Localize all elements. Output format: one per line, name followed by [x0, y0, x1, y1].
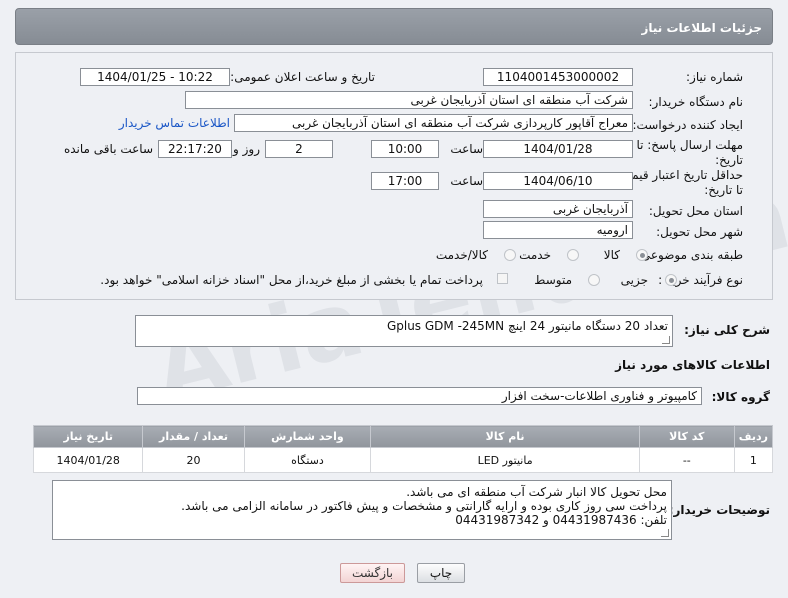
items-table-wrapper: ردیف کد کالا نام کالا واحد شمارش تعداد /…	[32, 425, 774, 473]
cell-name: مانیتور LED	[370, 447, 640, 473]
page-title: جزئیات اطلاعات نیاز	[641, 21, 762, 35]
goods-group-field[interactable]: کامپیوتر و فناوری اطلاعات-سخت افزار	[137, 387, 702, 405]
description-field[interactable]: تعداد 20 دستگاه مانیتور 24 اینچ Gplus GD…	[135, 315, 673, 347]
creator-label: ایجاد کننده درخواست:	[632, 118, 743, 132]
deadline-time-label: ساعت	[450, 142, 483, 156]
delivery-city-label: شهر محل تحویل:	[656, 225, 743, 239]
goods-group-label: گروه کالا:	[711, 390, 770, 404]
need-number-field[interactable]: 1104001453000002	[483, 68, 633, 86]
category-option-service: خدمت	[519, 248, 551, 262]
need-number-label: شماره نیاز:	[686, 70, 743, 84]
cell-unit: دستگاه	[243, 447, 372, 473]
price-validity-time-field[interactable]: 17:00	[371, 172, 439, 190]
announce-date-field[interactable]: 1404/01/25 - 10:22	[80, 68, 230, 86]
delivery-city-field[interactable]: ارومیه	[483, 221, 633, 239]
deadline-label: مهلت ارسال پاسخ: تا تاریخ:	[636, 138, 743, 167]
announce-date-label: تاریخ و ساعت اعلان عمومی:	[230, 70, 375, 84]
col-header-quantity: تعداد / مقدار	[142, 425, 245, 448]
category-radio-service[interactable]	[567, 249, 579, 261]
buyer-note-line: پرداخت سی روز کاری بوده و ارایه گارانتی …	[181, 499, 667, 513]
buyer-note-line: محل تحویل کالا انبار شرکت آب منطقه ای می…	[406, 485, 667, 499]
buyer-note-line: تلفن: 04431987436 و 04431987342	[455, 513, 667, 527]
delivery-province-field[interactable]: آذربایجان غربی	[483, 200, 633, 218]
resize-handle[interactable]	[662, 336, 670, 344]
purchase-radio-medium[interactable]	[588, 274, 600, 286]
table-header-row: ردیف کد کالا نام کالا واحد شمارش تعداد /…	[32, 425, 774, 448]
deadline-date-field[interactable]: 1404/01/28	[483, 140, 633, 158]
cell-code: --	[638, 447, 735, 473]
page-header: جزئیات اطلاعات نیاز	[15, 8, 773, 45]
buyer-org-field[interactable]: شرکت آب منطقه ای استان آذربایجان غربی	[185, 91, 633, 109]
buyer-contact-link[interactable]: اطلاعات تماس خریدار	[119, 116, 230, 130]
treasury-checkbox[interactable]	[497, 273, 508, 284]
category-radio-goods-service[interactable]	[504, 249, 516, 261]
delivery-province-label: استان محل تحویل:	[648, 204, 743, 218]
category-radio-goods[interactable]	[636, 249, 648, 261]
purchase-option-medium: متوسط	[534, 273, 572, 287]
cell-row-no: 1	[733, 447, 774, 473]
purchase-option-minor: جزیی	[620, 273, 648, 287]
buyer-notes-field[interactable]: محل تحویل کالا انبار شرکت آب منطقه ای می…	[52, 480, 672, 540]
category-option-goods-service: کالا/خدمت	[435, 248, 488, 262]
remaining-time-field[interactable]: 22:17:20	[158, 140, 232, 158]
deadline-time-field[interactable]: 10:00	[371, 140, 439, 158]
goods-section-title: اطلاعات کالاهای مورد نیاز	[615, 358, 770, 372]
days-remaining-field[interactable]: 2	[265, 140, 333, 158]
col-header-code: کد کالا	[638, 425, 735, 448]
price-validity-time-label: ساعت	[450, 174, 483, 188]
items-table: ردیف کد کالا نام کالا واحد شمارش تعداد /…	[32, 425, 774, 473]
print-button[interactable]: چاپ	[417, 563, 465, 583]
purchase-radio-minor[interactable]	[665, 274, 677, 286]
description-text: تعداد 20 دستگاه مانیتور 24 اینچ Gplus GD…	[386, 319, 668, 333]
creator-field[interactable]: معراج آقاپور کارپردازی شرکت آب منطقه ای …	[234, 114, 633, 132]
cell-quantity: 20	[142, 447, 245, 473]
days-label: روز و	[233, 142, 260, 156]
payment-note: پرداخت تمام یا بخشی از مبلغ خرید،از محل …	[100, 273, 483, 287]
back-button[interactable]: بازگشت	[340, 563, 405, 583]
col-header-row-no: ردیف	[733, 425, 774, 448]
description-label: شرح کلی نیاز:	[684, 323, 770, 337]
col-header-unit: واحد شمارش	[243, 425, 372, 448]
resize-handle[interactable]	[661, 529, 669, 537]
remaining-time-label: ساعت باقی مانده	[63, 142, 153, 156]
buyer-org-label: نام دستگاه خریدار:	[648, 95, 744, 109]
col-header-need-date: تاریخ نیاز	[32, 425, 144, 448]
category-label: طبقه بندی موضوعی:	[636, 248, 743, 262]
cell-need-date: 1404/01/28	[32, 447, 144, 473]
category-option-goods: کالا	[603, 248, 620, 262]
table-row[interactable]: 1 -- مانیتور LED دستگاه 20 1404/01/28	[32, 447, 774, 473]
col-header-name: نام کالا	[370, 425, 640, 448]
price-validity-date-field[interactable]: 1404/06/10	[483, 172, 633, 190]
buyer-notes-label: توضیحات خریدار:	[668, 503, 770, 517]
